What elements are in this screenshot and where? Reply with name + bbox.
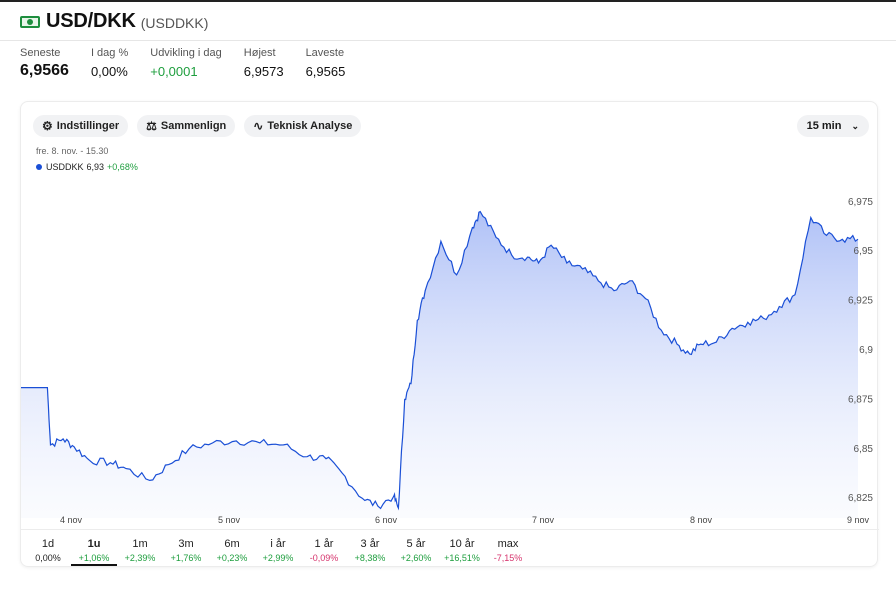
range-selector: 1d 0,00% 1u +1,06% 1m +2,39% 3m +1,76% 6m +0,23% i… — [21, 529, 879, 567]
stat-value: +0,0001 — [150, 64, 198, 79]
legend-value: 6,93 — [86, 162, 105, 172]
range-1d[interactable]: 1d 0,00% — [25, 530, 71, 567]
chart-legend: USDDKK 6,93 +0,68% — [36, 162, 138, 172]
chart-toolbar: ⚙ Indstillinger ⚖ Sammenlign ∿ Teknisk A… — [33, 115, 370, 137]
stat-value: 0,00% — [90, 64, 128, 79]
divider — [0, 40, 896, 41]
x-tick-label: 6 nov — [375, 515, 398, 525]
scale-icon: ⚖ — [146, 119, 157, 133]
x-tick-label: 7 nov — [532, 515, 555, 525]
range-3-år[interactable]: 3 år +8,38% — [347, 530, 393, 567]
range-label: 1 år — [314, 538, 334, 550]
price-chart[interactable]: 6,825 6,85 6,875 6,9 6,925 6,95 6,975 4 nov 5 no… — [21, 182, 879, 528]
y-tick-label: 6,9 — [859, 345, 873, 356]
stats-bar: Seneste 6,9566 I dag % 0,00% Udvikling i… — [20, 47, 367, 80]
technical-analysis-label: Teknisk Analyse — [267, 120, 353, 132]
chevron-down-icon: ⌄ — [851, 120, 859, 131]
range-i-år[interactable]: i år +2,99% — [255, 530, 301, 567]
stat-label: Højest — [243, 47, 276, 59]
y-tick-label: 6,85 — [854, 444, 874, 455]
x-tick-label: 5 nov — [218, 515, 241, 525]
range-label: 1u — [87, 538, 101, 550]
page-header: USD/DKK (USDDKK) — [20, 10, 208, 33]
interval-select[interactable]: 15 min ⌄ — [796, 115, 869, 137]
range-change: +16,51% — [444, 553, 480, 563]
stat-today-pct: I dag % 0,00% — [91, 47, 128, 80]
legend-change: +0,68% — [107, 162, 138, 172]
range-label: 5 år — [406, 538, 426, 550]
range-5-år[interactable]: 5 år +2,60% — [393, 530, 439, 567]
y-tick-label: 6,975 — [848, 197, 873, 208]
stat-value: 6,9565 — [305, 64, 346, 79]
range-label: 6m — [224, 538, 240, 550]
range-1-år[interactable]: 1 år -0,09% — [301, 530, 347, 567]
y-tick-label: 6,875 — [848, 394, 873, 405]
range-change: +0,23% — [216, 553, 248, 563]
stat-label: Udvikling i dag — [150, 47, 222, 59]
range-change: +2,99% — [262, 553, 294, 563]
x-tick-label: 8 nov — [690, 515, 713, 525]
range-change: +2,39% — [124, 553, 156, 563]
range-max[interactable]: max -7,15% — [485, 530, 531, 567]
y-tick-label: 6,925 — [848, 296, 873, 307]
range-label: max — [497, 538, 519, 550]
range-label: 10 år — [449, 538, 475, 550]
stat-latest: Seneste 6,9566 — [20, 47, 69, 80]
money-icon — [20, 15, 40, 28]
legend-dot — [36, 164, 42, 170]
range-label: 1m — [132, 538, 148, 550]
range-10-år[interactable]: 10 år +16,51% — [439, 530, 485, 567]
stat-label: I dag % — [90, 47, 129, 59]
stat-value: 6,9566 — [20, 62, 69, 79]
range-change: -7,15% — [493, 553, 523, 563]
x-tick-label: 4 nov — [60, 515, 83, 525]
trend-icon: ∿ — [253, 119, 264, 133]
range-change: 0,00% — [35, 553, 61, 563]
settings-button[interactable]: ⚙ Indstillinger — [33, 115, 129, 137]
top-border — [0, 0, 896, 2]
price-area — [21, 211, 858, 518]
chart-datetime: fre. 8. nov. - 15.30 — [36, 146, 109, 156]
range-label: 1d — [41, 538, 55, 550]
legend-name: USDDKK — [46, 162, 84, 172]
y-tick-label: 6,95 — [854, 246, 874, 257]
stat-low: Laveste 6,9565 — [306, 47, 346, 80]
compare-button[interactable]: ⚖ Sammenlign — [137, 115, 236, 137]
technical-analysis-button[interactable]: ∿ Teknisk Analyse — [244, 115, 362, 137]
range-change: -0,09% — [309, 553, 339, 563]
range-1m[interactable]: 1m +2,39% — [117, 530, 163, 567]
range-label: 3m — [178, 538, 194, 550]
range-change: +2,60% — [400, 553, 432, 563]
page-subtitle: (USDDKK) — [140, 15, 209, 31]
x-tick-label: 9 nov — [847, 515, 870, 525]
y-tick-label: 6,825 — [848, 493, 873, 504]
range-change: +8,38% — [354, 553, 386, 563]
compare-label: Sammenlign — [160, 120, 227, 132]
stat-high: Højest 6,9573 — [244, 47, 284, 80]
range-label: i år — [270, 538, 286, 550]
range-6m[interactable]: 6m +0,23% — [209, 530, 255, 567]
page-title: USD/DKK — [46, 10, 136, 32]
range-1u[interactable]: 1u +1,06% — [71, 530, 117, 566]
range-change: +1,76% — [170, 553, 202, 563]
range-change: +1,06% — [78, 553, 110, 563]
settings-label: Indstillinger — [56, 120, 120, 132]
interval-value: 15 min — [806, 120, 842, 132]
chart-card: ⚙ Indstillinger ⚖ Sammenlign ∿ Teknisk A… — [20, 101, 879, 567]
stat-value: 6,9573 — [243, 64, 284, 79]
stat-label: Laveste — [305, 47, 345, 59]
range-label: 3 år — [360, 538, 380, 550]
range-3m[interactable]: 3m +1,76% — [163, 530, 209, 567]
stat-change-today: Udvikling i dag +0,0001 — [150, 47, 222, 80]
stat-label: Seneste — [20, 47, 61, 59]
gear-icon: ⚙ — [42, 119, 53, 133]
